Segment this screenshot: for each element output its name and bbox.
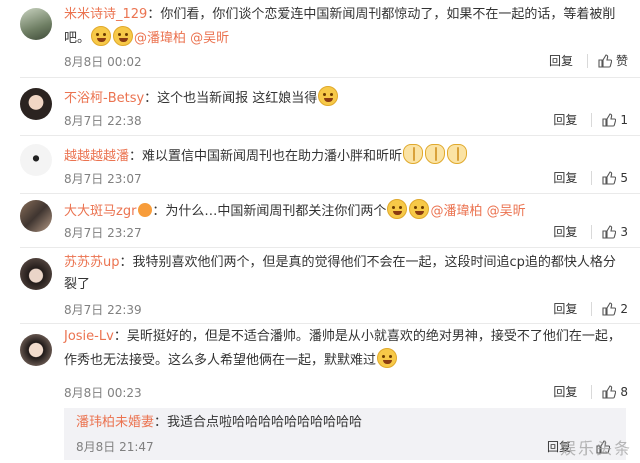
cry-laugh-emoji-icon [387,199,408,219]
like-button[interactable]: 赞 [598,52,628,69]
like-count: 3 [620,224,628,239]
like-count: 赞 [615,54,628,68]
laugh-emoji-icon [91,26,112,46]
like-button[interactable]: 3 [602,225,628,239]
mention-link[interactable]: @吴昕 [190,31,229,46]
like-button[interactable]: 8 [602,385,628,399]
timestamp: 8月8日 21:47 [76,440,154,454]
comment-text: 潘玮柏未婚妻：我适合点啦哈哈哈哈哈哈哈哈哈哈 [76,415,363,430]
like-count: 8 [620,384,628,399]
avatar[interactable] [20,200,52,232]
comment-actions: 回复 3 [553,223,628,240]
comment-actions: 回复 2 [553,300,628,317]
like-count: 2 [620,301,628,316]
divider [591,224,593,239]
timestamp: 8月7日 23:27 [64,226,142,240]
comment-item: 大大斑马zgr ：为什么…中国新闻周刊都关注你们两个 @潘瑋柏 @吴昕 8月7日 2… [0,194,640,250]
thumbs-up-icon [602,112,617,127]
like-button[interactable]: 5 [602,171,628,185]
pray-emoji-icon [447,144,468,164]
username[interactable]: 越越越越潘 [64,149,129,164]
mention-link[interactable]: @吴昕 [487,204,526,219]
timestamp: 8月7日 22:38 [64,114,142,128]
sub-reply: 潘玮柏未婚妻：我适合点啦哈哈哈哈哈哈哈哈哈哈 8月8日 21:47 回复 [64,408,626,460]
sad-emoji-icon [377,348,398,368]
comment-actions: 回复 赞 [549,52,628,69]
timestamp: 8月7日 22:39 [64,303,142,317]
timestamp: 8月8日 00:02 [64,55,142,69]
comment-text: 大大斑马zgr ：为什么…中国新闻周刊都关注你们两个 @潘瑋柏 @吴昕 [64,199,626,223]
divider [591,301,593,316]
thumbs-up-icon [598,53,612,68]
pray-emoji-icon [425,144,446,164]
comment-text: 不浴柯-Betsy：这个也当新闻报 这红娘当得 [64,86,626,110]
comment-item: 苏苏苏up：我特别喜欢他们两个，但是真的觉得他们不会在一起，这段时间追cp追的都… [0,248,640,324]
thumbs-up-icon [602,170,617,185]
divider [591,384,593,399]
comment-text: Josie-Lv：吴昕挺好的，但是不适合潘帅。潘帅是从小就喜欢的绝对男神，接受不… [64,329,621,368]
reply-button[interactable]: 回复 [553,169,577,186]
comment-text: 越越越越潘：难以置信中国新闻周刊也在助力潘小胖和昕昕 [64,144,626,168]
watermark: 娱乐头条 [559,439,632,458]
username[interactable]: 大大斑马zgr [64,204,136,219]
username[interactable]: 苏苏苏up [64,255,120,270]
username[interactable]: 不浴柯-Betsy [64,91,144,106]
avatar[interactable] [20,334,52,366]
username[interactable]: 米米诗诗_129 [64,7,147,22]
reply-button[interactable]: 回复 [553,300,577,317]
reply-button[interactable]: 回复 [553,383,577,400]
timestamp: 8月8日 00:23 [64,386,142,400]
divider [591,170,593,185]
username[interactable]: Josie-Lv [64,329,114,344]
vip-badge-icon [138,203,153,217]
thumbs-up-icon [602,301,617,316]
like-button[interactable]: 1 [602,113,628,127]
thumbs-up-icon [602,224,617,239]
avatar[interactable] [20,8,52,40]
avatar[interactable] [20,258,52,290]
timestamp: 8月7日 23:07 [64,172,142,186]
comment-item: 不浴柯-Betsy：这个也当新闻报 这红娘当得 8月7日 22:38 回复 1 [0,78,640,136]
like-count: 5 [620,170,628,185]
thumbs-up-icon [602,384,617,399]
comment-item: Josie-Lv：吴昕挺好的，但是不适合潘帅。潘帅是从小就喜欢的绝对男神，接受不… [0,324,640,406]
mention-link[interactable]: @潘瑋柏 [134,31,186,46]
reply-button[interactable]: 回复 [549,52,573,69]
divider [591,112,593,127]
cry-laugh-emoji-icon [318,86,339,106]
like-button[interactable]: 2 [602,302,628,316]
mention-link[interactable]: @潘瑋柏 [430,204,482,219]
comment-item: 米米诗诗_129：你们看，你们谈个恋爱连中国新闻周刊都惊动了，如果不在一起的话，… [0,0,640,78]
avatar[interactable] [20,88,52,120]
reply-button[interactable]: 回复 [553,111,577,128]
comment-item: 越越越越潘：难以置信中国新闻周刊也在助力潘小胖和昕昕 8月7日 23:07 回复… [0,136,640,194]
cry-laugh-emoji-icon [409,199,430,219]
comment-actions: 回复 8 [553,383,628,400]
comment-text: 米米诗诗_129：你们看，你们谈个恋爱连中国新闻周刊都惊动了，如果不在一起的话，… [64,7,616,46]
reply-button[interactable]: 回复 [553,223,577,240]
avatar[interactable] [20,144,52,176]
comment-actions: 回复 1 [553,111,628,128]
comment-actions: 回复 5 [553,169,628,186]
comment-text: 苏苏苏up：我特别喜欢他们两个，但是真的觉得他们不会在一起，这段时间追cp追的都… [64,255,616,292]
laugh-emoji-icon [113,26,134,46]
pray-emoji-icon [403,144,424,164]
like-count: 1 [620,112,628,127]
username[interactable]: 潘玮柏未婚妻 [76,415,154,430]
divider [586,53,588,68]
